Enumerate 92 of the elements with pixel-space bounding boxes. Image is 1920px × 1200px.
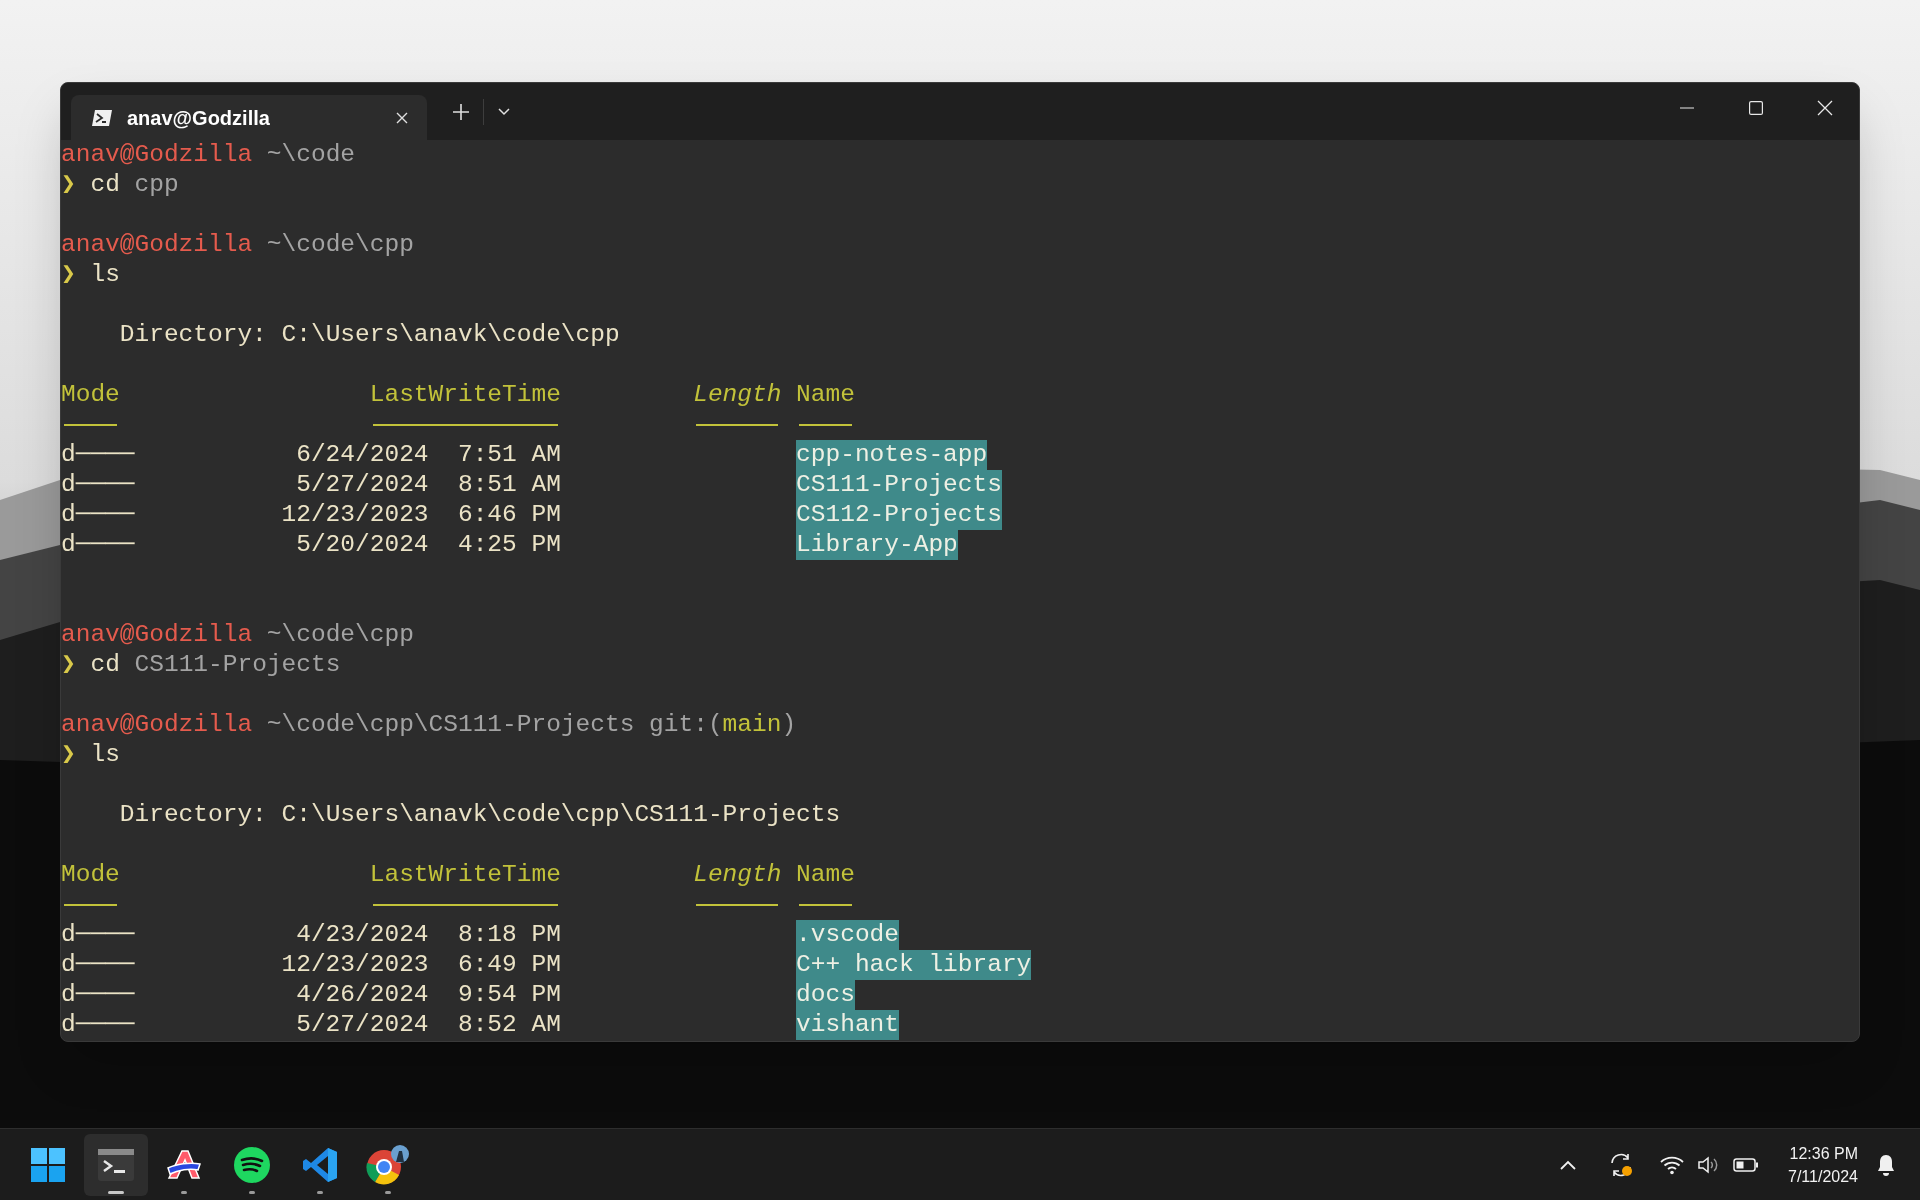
date-text: 4/26/2024 xyxy=(296,980,429,1010)
path-text: ~\code xyxy=(266,140,356,170)
chevron-down-icon xyxy=(498,108,510,116)
prompt-symbol: ❯ xyxy=(61,260,76,290)
terminal-icon xyxy=(98,1148,134,1181)
tab-title: anav@Godzilla xyxy=(127,105,271,131)
running-indicator xyxy=(385,1190,391,1194)
branch-name: main xyxy=(722,710,782,740)
mode-text: d──── xyxy=(61,951,135,978)
date-text: 4/23/2024 xyxy=(296,920,429,950)
minimize-icon xyxy=(1679,107,1694,109)
argument-text: CS111-Projects xyxy=(134,650,341,680)
browser-icon xyxy=(366,1144,410,1185)
close-icon xyxy=(1816,100,1833,116)
user-host-text: anav@Godzilla xyxy=(61,620,253,650)
mode-text: d──── xyxy=(61,531,135,558)
running-indicator xyxy=(108,1190,124,1194)
directory-name: CS111-Projects xyxy=(796,470,1002,500)
running-indicator xyxy=(317,1190,323,1194)
directory-name: vishant xyxy=(796,1010,899,1040)
path-text: ~\code\cpp xyxy=(266,620,414,650)
time-text: 9:54 PM xyxy=(457,980,561,1010)
column-header: LastWriteTime xyxy=(369,860,561,890)
argument-text: cpp xyxy=(134,170,179,200)
mode-text: d──── xyxy=(61,921,135,948)
clock-date: 7/11/2024 xyxy=(1788,1166,1858,1187)
path-text: ~\code\cpp\CS111-Projects xyxy=(266,710,635,740)
clock-time: 12:36 PM xyxy=(1789,1143,1858,1164)
running-indicator xyxy=(249,1190,255,1194)
column-header: Mode xyxy=(61,861,120,888)
directory-name: CS112-Projects xyxy=(796,500,1002,530)
close-icon xyxy=(396,111,408,124)
wifi-icon xyxy=(1660,1154,1684,1175)
prompt-symbol: ❯ xyxy=(61,650,76,680)
column-header: Length xyxy=(693,860,782,890)
bell-icon xyxy=(1876,1153,1896,1176)
sound-waves-icon xyxy=(234,1146,270,1183)
column-header: Name xyxy=(796,380,855,410)
clock-button[interactable]: 12:36 PM 7/11/2024 xyxy=(1780,1136,1866,1193)
mode-text: d──── xyxy=(61,501,135,528)
date-text: 12/23/2023 xyxy=(281,500,429,530)
user-host-text: anav@Godzilla xyxy=(61,140,253,170)
directory-name: Library-App xyxy=(796,530,958,560)
column-header: Length xyxy=(693,380,782,410)
git-bracket: ) xyxy=(781,710,797,740)
path-text: ~\code\cpp xyxy=(266,230,414,260)
time-text: 7:51 AM xyxy=(457,440,561,470)
time-text: 6:46 PM xyxy=(457,500,561,530)
command-text: ls xyxy=(90,260,120,290)
time-text: 8:52 AM xyxy=(457,1010,561,1040)
mode-text: d──── xyxy=(61,471,135,498)
directory-name: C++ hack library xyxy=(796,950,1032,980)
mode-text: d──── xyxy=(61,441,135,468)
date-text: 5/27/2024 xyxy=(296,1010,429,1040)
column-header: Mode xyxy=(61,381,120,408)
date-text: 12/23/2023 xyxy=(281,950,429,980)
taskbar-app[interactable] xyxy=(84,1133,148,1196)
date-text: 5/27/2024 xyxy=(296,470,429,500)
time-text: 6:49 PM xyxy=(457,950,561,980)
running-indicator xyxy=(181,1190,187,1194)
mode-text: d──── xyxy=(61,981,135,1008)
git-label: git:( xyxy=(649,710,723,740)
maximize-icon xyxy=(1748,101,1763,115)
mode-text: d──── xyxy=(61,1011,135,1038)
time-text: 4:25 PM xyxy=(457,530,561,560)
command-text: ls xyxy=(90,740,120,770)
directory-text: Directory: C:\Users\anavk\code\cpp xyxy=(119,320,620,350)
command-text: cd xyxy=(90,170,120,200)
date-text: 5/20/2024 xyxy=(296,530,429,560)
terminal-prompt-icon xyxy=(91,108,113,127)
directory-name: docs xyxy=(796,980,855,1010)
directory-text: Directory: C:\Users\anavk\code\cpp\CS111-Projects xyxy=(119,800,841,830)
date-text: 6/24/2024 xyxy=(296,440,429,470)
user-host-text: anav@Godzilla xyxy=(61,230,253,260)
letter-a-icon xyxy=(166,1147,202,1182)
time-text: 8:51 AM xyxy=(457,470,561,500)
prompt-symbol: ❯ xyxy=(61,170,76,200)
column-header: LastWriteTime xyxy=(369,380,561,410)
battery-icon xyxy=(1733,1157,1759,1172)
directory-name: .vscode xyxy=(796,920,899,950)
sync-icon xyxy=(1608,1151,1634,1178)
column-header: Name xyxy=(796,860,855,890)
plus-icon xyxy=(452,103,470,121)
time-text: 8:18 PM xyxy=(457,920,561,950)
chevron-up-icon xyxy=(1560,1159,1576,1170)
prompt-symbol: ❯ xyxy=(61,740,76,770)
directory-name: cpp-notes-app xyxy=(796,440,988,470)
ribbon-icon xyxy=(303,1146,337,1183)
windows-icon xyxy=(31,1147,65,1182)
user-host-text: anav@Godzilla xyxy=(61,710,253,740)
terminal-tab[interactable]: anav@Godzilla xyxy=(71,95,427,140)
command-text: cd xyxy=(90,650,120,680)
